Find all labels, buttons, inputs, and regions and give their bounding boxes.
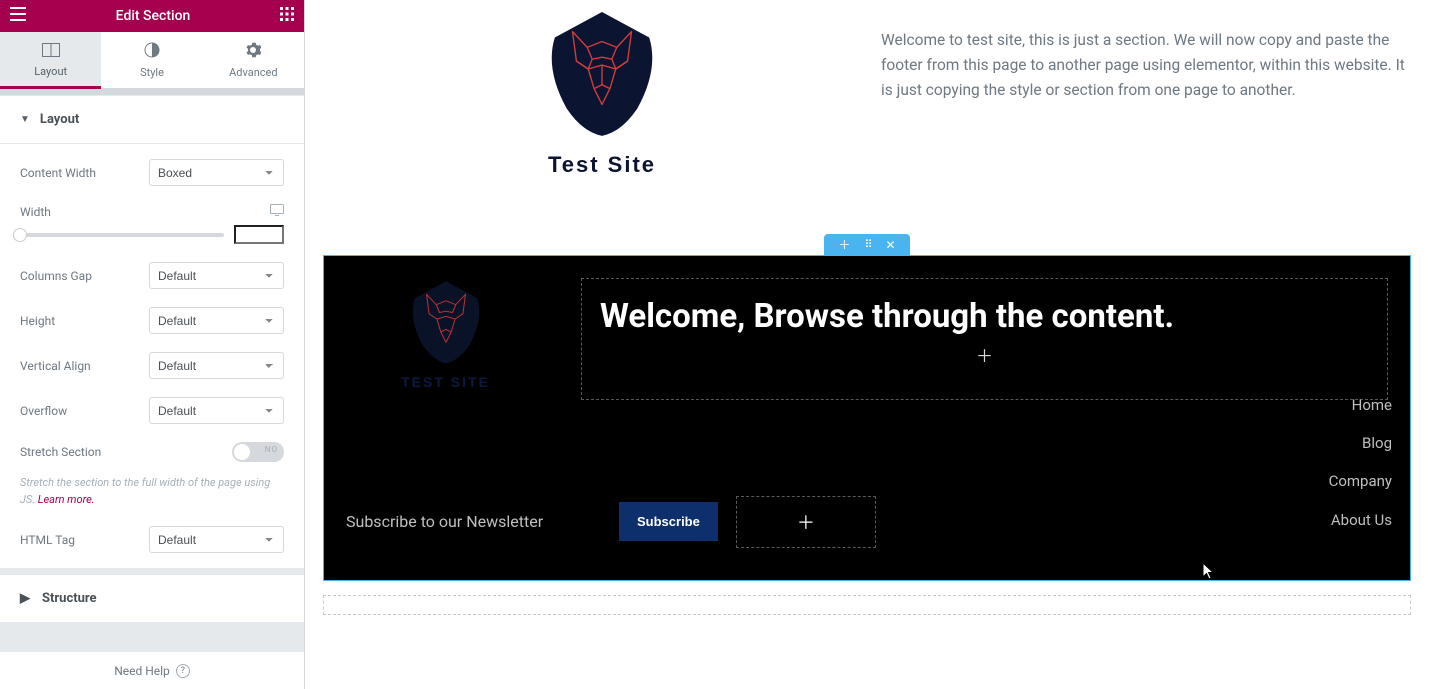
- width-label: Width: [20, 205, 250, 219]
- caret-right-icon: ▶: [20, 591, 30, 606]
- layout-section-label: Layout: [40, 112, 79, 127]
- footer-welcome-column[interactable]: Welcome, Browse through the content. ＋: [563, 260, 1406, 400]
- columns-gap-select[interactable]: Default: [149, 262, 284, 289]
- height-label: Height: [20, 314, 139, 328]
- nav-home[interactable]: Home: [1329, 386, 1392, 424]
- add-new-section-zone[interactable]: [323, 595, 1411, 615]
- section-handle: ＋ ⠿ ✕: [824, 234, 910, 256]
- help-icon[interactable]: ?: [176, 664, 190, 678]
- subscribe-button[interactable]: Subscribe: [619, 502, 718, 541]
- cursor-icon: [1202, 562, 1216, 584]
- gear-icon: [203, 42, 304, 62]
- caret-down-icon: ▼: [20, 114, 30, 125]
- tab-style-label: Style: [140, 66, 164, 79]
- brand-title: Test Site: [548, 152, 656, 178]
- welcome-widget-dropzone[interactable]: Welcome, Browse through the content. ＋: [581, 278, 1388, 400]
- site-logo: [543, 10, 661, 138]
- stretch-help: Stretch the section to the full width of…: [20, 475, 284, 508]
- add-section-icon[interactable]: ＋: [838, 239, 850, 251]
- delete-section-icon[interactable]: ✕: [886, 239, 896, 251]
- structure-section-label: Structure: [42, 591, 97, 606]
- nav-about[interactable]: About Us: [1329, 501, 1392, 539]
- footer-brand: TEST SITE: [401, 374, 490, 390]
- valign-select[interactable]: Default: [149, 352, 284, 379]
- tab-layout-label: Layout: [34, 65, 67, 78]
- widgets-icon[interactable]: [280, 7, 294, 25]
- nav-company[interactable]: Company: [1329, 462, 1392, 500]
- help-link[interactable]: Need Help: [114, 664, 170, 678]
- drag-section-icon[interactable]: ⠿: [864, 239, 871, 250]
- edit-panel: Edit Section Layout Style: [0, 0, 305, 689]
- device-icon[interactable]: [270, 204, 284, 219]
- columns-icon: [0, 42, 101, 61]
- footer-logo-column[interactable]: TEST SITE: [328, 260, 563, 400]
- structure-section-header[interactable]: ▶ Structure: [0, 574, 304, 623]
- tab-advanced[interactable]: Advanced: [203, 32, 304, 89]
- content-width-select[interactable]: Boxed: [149, 159, 284, 186]
- contrast-icon: [101, 42, 202, 62]
- footer-logo: [407, 280, 485, 365]
- stretch-toggle-text: NO: [265, 445, 278, 454]
- html-tag-select[interactable]: Default: [149, 526, 284, 553]
- empty-dropzone[interactable]: ＋: [736, 496, 876, 548]
- welcome-heading: Welcome, Browse through the content.: [600, 297, 1369, 336]
- width-slider[interactable]: [20, 233, 224, 237]
- stretch-label: Stretch Section: [20, 445, 222, 459]
- nav-blog[interactable]: Blog: [1329, 424, 1392, 462]
- content-width-label: Content Width: [20, 166, 139, 180]
- intro-paragraph: Welcome to test site, this is just a sec…: [881, 10, 1411, 102]
- panel-header: Edit Section: [0, 0, 304, 32]
- width-input[interactable]: [234, 225, 284, 244]
- panel-tabs: Layout Style Advanced: [0, 32, 304, 89]
- html-tag-label: HTML Tag: [20, 533, 139, 547]
- preview-canvas: Test Site Welcome to test site, this is …: [305, 0, 1429, 689]
- columns-gap-label: Columns Gap: [20, 269, 139, 283]
- overflow-label: Overflow: [20, 404, 139, 418]
- panel-footer: Need Help ?: [0, 651, 304, 689]
- valign-label: Vertical Align: [20, 359, 139, 373]
- tab-layout[interactable]: Layout: [0, 32, 101, 89]
- add-widget-icon[interactable]: ＋: [600, 342, 1369, 367]
- stretch-toggle[interactable]: NO: [232, 442, 284, 462]
- learn-more-link[interactable]: Learn more.: [38, 493, 95, 506]
- selected-section[interactable]: TEST SITE Welcome, Browse through the co…: [323, 255, 1411, 581]
- panel-title: Edit Section: [26, 8, 280, 24]
- height-select[interactable]: Default: [149, 307, 284, 334]
- footer-nav: Home Blog Company About Us: [1329, 386, 1392, 539]
- tab-style[interactable]: Style: [101, 32, 202, 89]
- menu-icon[interactable]: [10, 7, 26, 25]
- layout-section-header[interactable]: ▼ Layout: [0, 95, 304, 144]
- tab-advanced-label: Advanced: [229, 66, 277, 79]
- newsletter-text: Subscribe to our Newsletter: [346, 512, 601, 531]
- overflow-select[interactable]: Default: [149, 397, 284, 424]
